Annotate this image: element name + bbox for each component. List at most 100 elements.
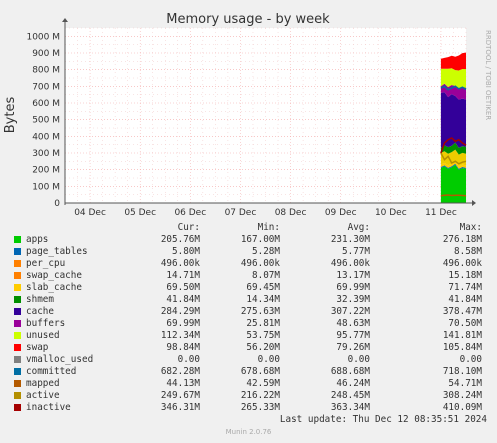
legend-cur: 69.50M — [166, 282, 200, 293]
x-tick-label: 05 Dec — [124, 208, 156, 218]
chart-title: Memory usage - by week — [166, 12, 330, 27]
legend-name: apps — [26, 234, 49, 245]
legend-max: 54.71M — [448, 378, 482, 389]
last-update-text: Last update: Thu Dec 12 08:35:51 2024 — [279, 414, 487, 425]
legend-max: 496.00k — [442, 258, 482, 269]
area-apps — [440, 164, 466, 203]
legend-swatch — [14, 356, 21, 363]
legend-min: 8.07M — [252, 270, 280, 281]
legend-cur: 249.67M — [160, 390, 200, 401]
legend-avg: 79.26M — [336, 342, 370, 353]
y-tick-label: 300 M — [32, 149, 60, 159]
legend-row: active 249.67M 216.22M 248.45M 308.24M — [12, 390, 492, 402]
legend-avg: 307.22M — [330, 306, 370, 317]
legend-row: inactive 346.31M 265.33M 363.34M 410.09M — [12, 402, 492, 414]
legend-swatch — [14, 248, 21, 255]
legend-row: swap_cache 14.71M 8.07M 13.17M 15.18M — [12, 270, 492, 282]
legend-cur: 14.71M — [166, 270, 200, 281]
header-max: Max: — [459, 222, 482, 233]
legend-name: swap — [26, 342, 49, 353]
legend-avg: 32.39M — [336, 294, 370, 305]
legend-rows: apps 205.76M 167.00M 231.30M 276.18M page_tab… — [12, 234, 492, 414]
legend-name: committed — [26, 366, 77, 377]
legend-min: 275.63M — [240, 306, 280, 317]
legend-swatch — [14, 392, 21, 399]
legend-name: shmem — [26, 294, 54, 305]
legend-name: mapped — [26, 378, 60, 389]
legend-name: unused — [26, 330, 60, 341]
x-tick-label: 07 Dec — [225, 208, 257, 218]
legend-avg: 0.00 — [347, 354, 370, 365]
legend-cur: 98.84M — [166, 342, 200, 353]
legend-avg: 13.17M — [336, 270, 370, 281]
legend-avg: 496.00k — [330, 258, 370, 269]
legend-cur: 496.00k — [160, 258, 200, 269]
legend-swatch — [14, 368, 21, 375]
legend-max: 15.18M — [448, 270, 482, 281]
legend-avg: 688.68M — [330, 366, 370, 377]
legend-header: Cur: Min: Avg: Max: — [12, 222, 492, 234]
legend-swatch — [14, 308, 21, 315]
y-tick-label: 1000 M — [26, 32, 60, 42]
legend-avg: 46.24M — [336, 378, 370, 389]
y-axis-label: Bytes — [3, 97, 18, 134]
legend-row: cache 284.29M 275.63M 307.22M 378.47M — [12, 306, 492, 318]
y-axis-arrow — [62, 18, 68, 22]
legend-swatch — [14, 284, 21, 291]
legend-name: vmalloc_used — [26, 354, 94, 365]
legend-avg: 248.45M — [330, 390, 370, 401]
legend-name: cache — [26, 306, 54, 317]
legend-row: shmem 41.84M 14.34M 32.39M 41.84M — [12, 294, 492, 306]
legend-cur: 346.31M — [160, 402, 200, 413]
legend-avg: 69.99M — [336, 282, 370, 293]
legend-name: active — [26, 390, 60, 401]
y-tick-label: 900 M — [32, 49, 60, 59]
line-mapped — [440, 194, 467, 197]
legend-max: 276.18M — [442, 234, 482, 245]
legend-min: 167.00M — [240, 234, 280, 245]
y-tick-label: 800 M — [32, 66, 60, 76]
legend-avg: 231.30M — [330, 234, 370, 245]
legend-max: 71.74M — [448, 282, 482, 293]
y-tick-label: 700 M — [32, 82, 60, 92]
legend-row: buffers 69.99M 25.81M 48.63M 70.50M — [12, 318, 492, 330]
legend-row: swap 98.84M 56.20M 79.26M 105.84M — [12, 342, 492, 354]
legend-name: slab_cache — [26, 282, 82, 293]
legend-min: 678.68M — [240, 366, 280, 377]
memory-usage-chart: Memory usage - by week Bytes RRDTOOL / T… — [3, 12, 492, 218]
legend-swatch — [14, 236, 21, 243]
legend-row: slab_cache 69.50M 69.45M 69.99M 71.74M — [12, 282, 492, 294]
legend-min: 25.81M — [246, 318, 280, 329]
legend-max: 718.10M — [442, 366, 482, 377]
legend-cur: 284.29M — [160, 306, 200, 317]
y-tick-label: 200 M — [32, 166, 60, 176]
x-axis-arrow — [472, 200, 476, 206]
legend-name: page_tables — [26, 246, 88, 257]
munin-version: Munin 2.0.76 — [225, 428, 272, 436]
y-tick-label: 100 M — [32, 182, 60, 192]
legend-max: 8.58M — [454, 246, 482, 257]
x-tick-label: 04 Dec — [74, 208, 106, 218]
y-tick-label: 400 M — [32, 132, 60, 142]
legend-min: 56.20M — [246, 342, 280, 353]
legend-row: page_tables 5.80M 5.28M 5.77M 8.58M — [12, 246, 492, 258]
header-avg: Avg: — [347, 222, 370, 233]
header-cur: Cur: — [177, 222, 200, 233]
legend-name: inactive — [26, 402, 71, 413]
legend-min: 53.75M — [246, 330, 280, 341]
legend-row: apps 205.76M 167.00M 231.30M 276.18M — [12, 234, 492, 246]
legend-max: 70.50M — [448, 318, 482, 329]
legend-name: per_cpu — [26, 258, 66, 269]
x-tick-label: 11 Dec — [425, 208, 457, 218]
legend-avg: 5.77M — [342, 246, 370, 257]
legend-min: 0.00 — [257, 354, 280, 365]
legend-swatch — [14, 260, 21, 267]
x-tick-labels: 04 Dec 05 Dec 06 Dec 07 Dec 08 Dec 09 Dec 10 D… — [74, 208, 457, 218]
y-tick-label: 500 M — [32, 116, 60, 126]
legend-max: 41.84M — [448, 294, 482, 305]
legend-name: buffers — [26, 318, 66, 329]
legend-max: 308.24M — [442, 390, 482, 401]
legend-max: 410.09M — [442, 402, 482, 413]
legend-max: 378.47M — [442, 306, 482, 317]
legend-cur: 5.80M — [172, 246, 200, 257]
